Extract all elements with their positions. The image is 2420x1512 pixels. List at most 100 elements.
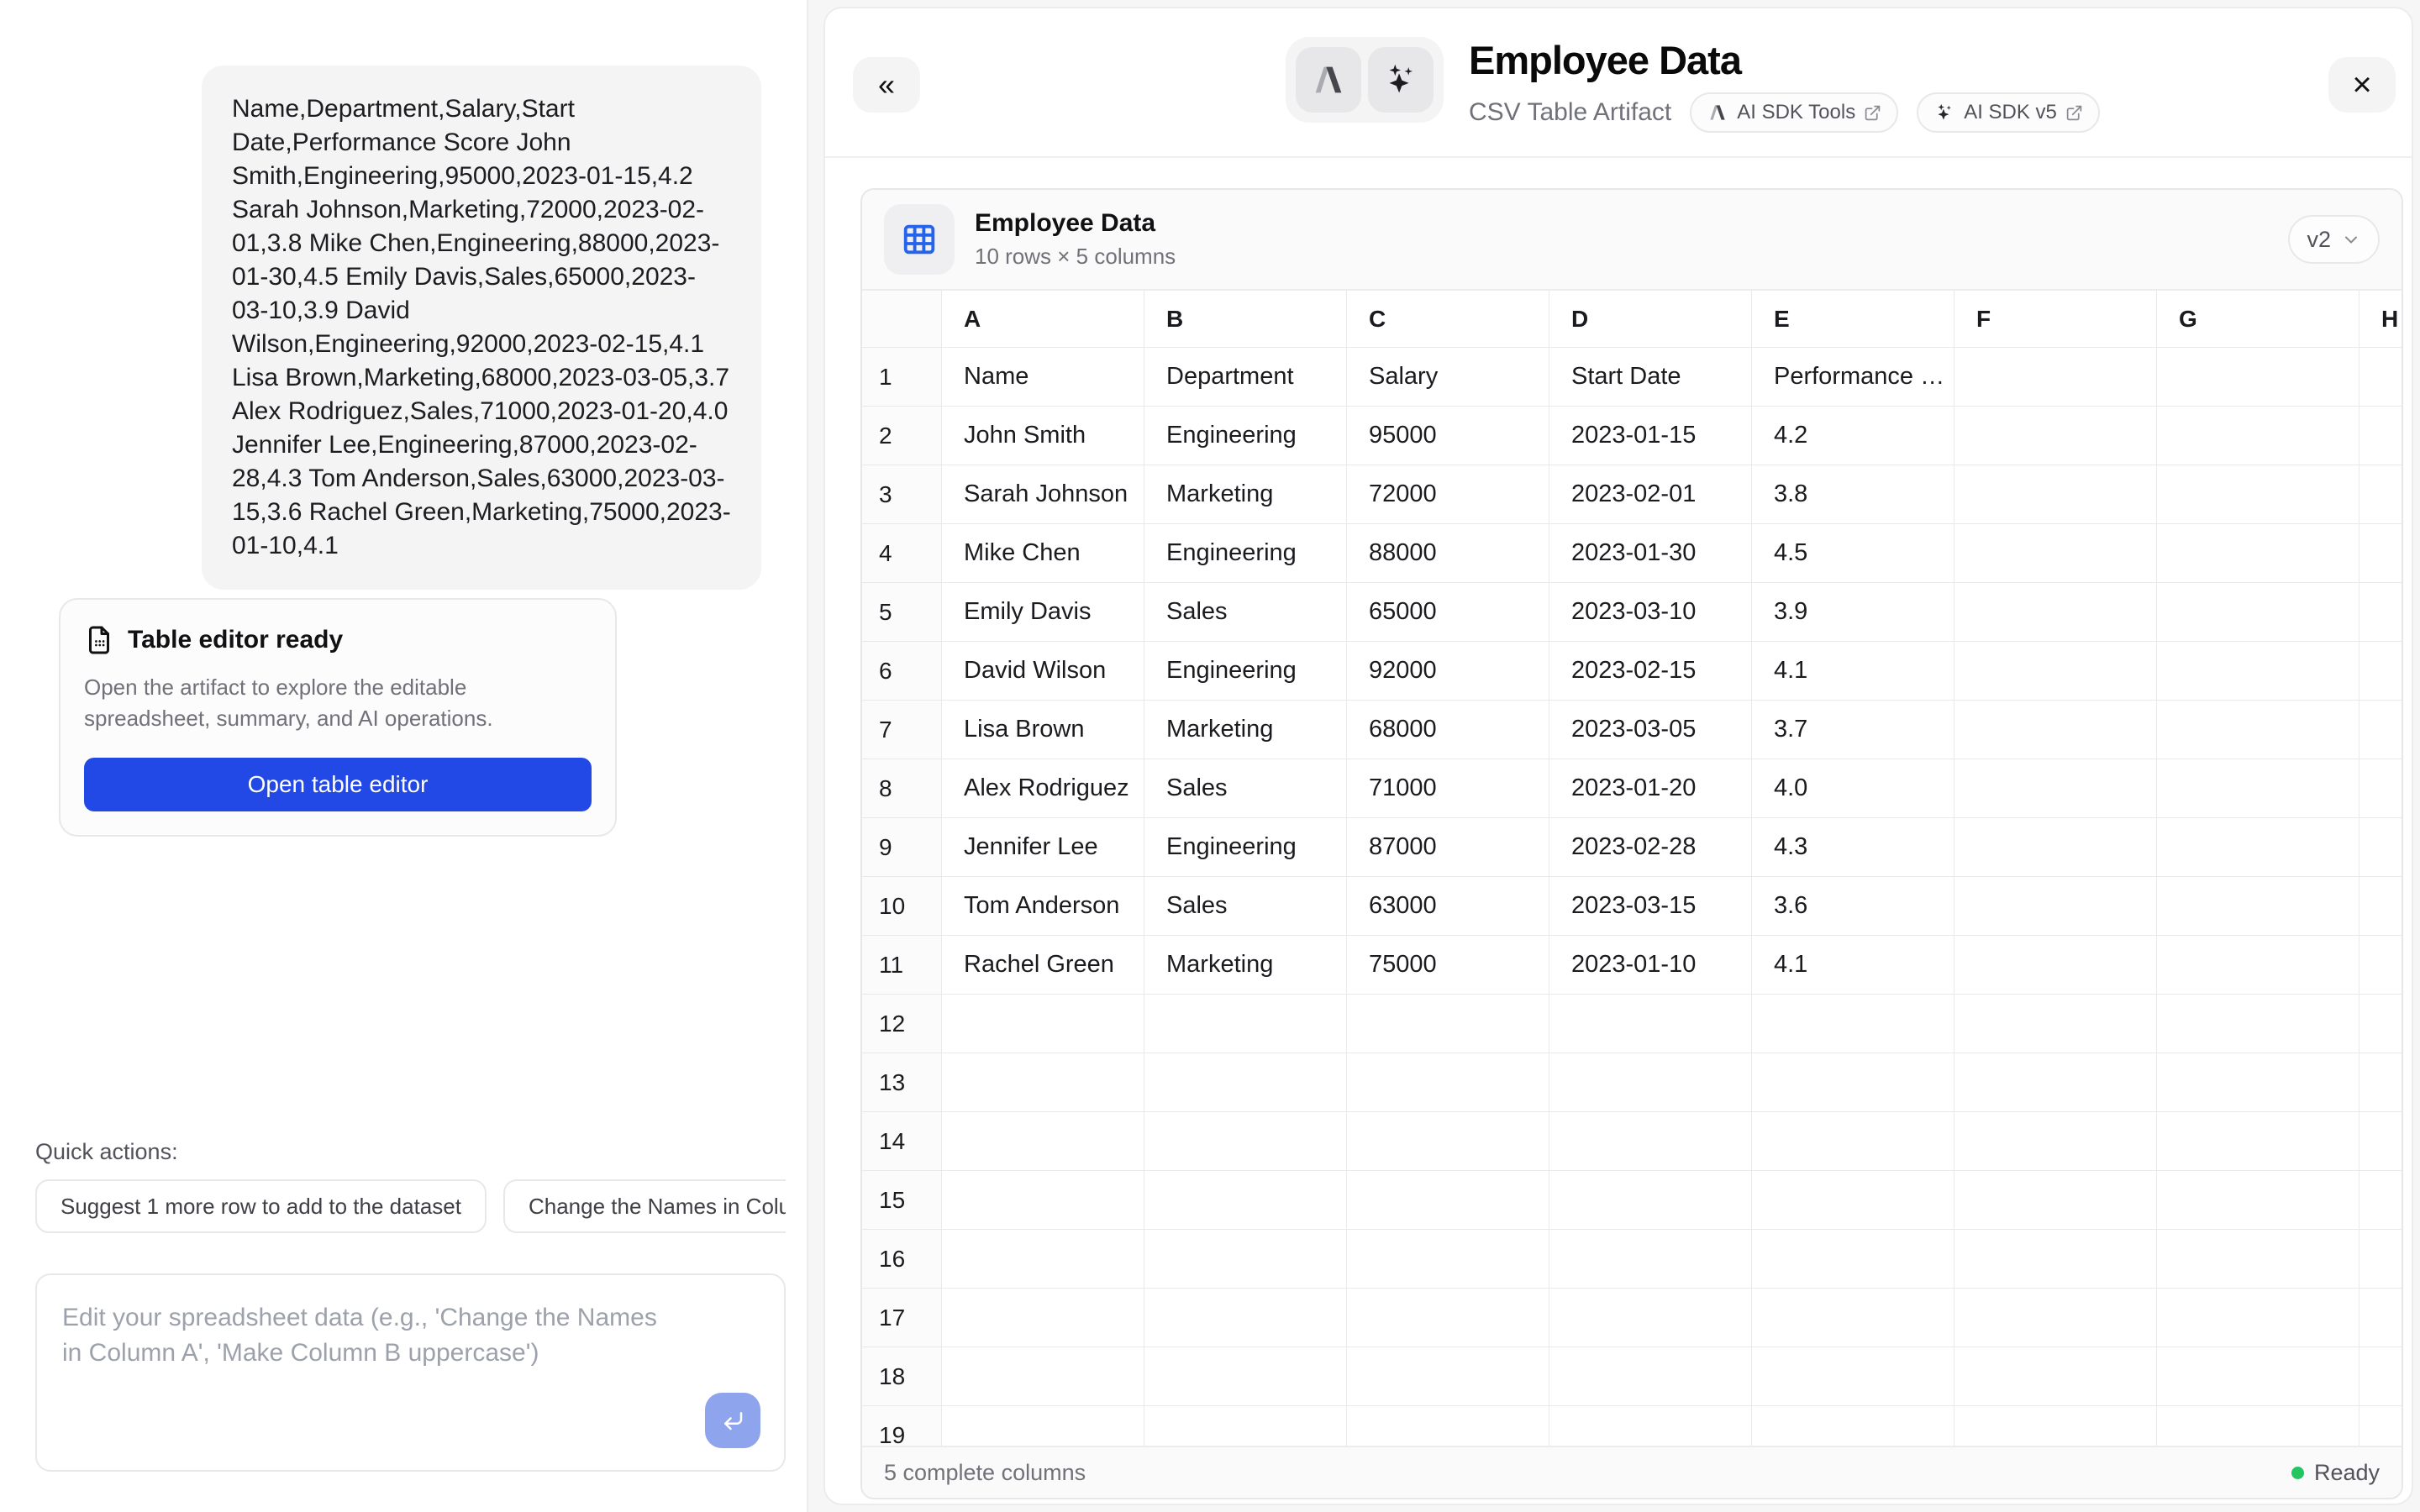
composer-input[interactable] [37, 1275, 784, 1470]
row-number-13[interactable]: 13 [862, 1053, 942, 1112]
cell-B3[interactable]: Marketing [1144, 465, 1347, 524]
cell-E6[interactable]: 4.1 [1752, 642, 1954, 701]
column-header-C[interactable]: C [1347, 291, 1549, 348]
cell-G8[interactable] [2157, 759, 2360, 818]
quick-action-suggest-row-button[interactable]: Suggest 1 more row to add to the dataset [35, 1179, 487, 1233]
cell-H18[interactable] [2360, 1347, 2402, 1406]
cell-A11[interactable]: Rachel Green [942, 936, 1144, 995]
cell-C9[interactable]: 87000 [1347, 818, 1549, 877]
row-number-7[interactable]: 7 [862, 701, 942, 759]
row-number-2[interactable]: 2 [862, 407, 942, 465]
cell-G10[interactable] [2157, 877, 2360, 936]
cell-D17[interactable] [1549, 1289, 1752, 1347]
badge-ai-sdk-tools[interactable]: AI SDK Tools [1690, 92, 1898, 133]
row-number-1[interactable]: 1 [862, 348, 942, 407]
cell-H6[interactable] [2360, 642, 2402, 701]
cell-B9[interactable]: Engineering [1144, 818, 1347, 877]
row-number-11[interactable]: 11 [862, 936, 942, 995]
cell-E10[interactable]: 3.6 [1752, 877, 1954, 936]
row-number-18[interactable]: 18 [862, 1347, 942, 1406]
cell-C10[interactable]: 63000 [1347, 877, 1549, 936]
cell-G1[interactable] [2157, 348, 2360, 407]
cell-G5[interactable] [2157, 583, 2360, 642]
cell-F14[interactable] [1954, 1112, 2157, 1171]
cell-G4[interactable] [2157, 524, 2360, 583]
cell-D2[interactable]: 2023-01-15 [1549, 407, 1752, 465]
cell-A1[interactable]: Name [942, 348, 1144, 407]
cell-D5[interactable]: 2023-03-10 [1549, 583, 1752, 642]
row-number-15[interactable]: 15 [862, 1171, 942, 1230]
cell-E5[interactable]: 3.9 [1752, 583, 1954, 642]
cell-E3[interactable]: 3.8 [1752, 465, 1954, 524]
cell-A17[interactable] [942, 1289, 1144, 1347]
cell-D12[interactable] [1549, 995, 1752, 1053]
cell-A14[interactable] [942, 1112, 1144, 1171]
cell-F13[interactable] [1954, 1053, 2157, 1112]
column-header-B[interactable]: B [1144, 291, 1347, 348]
cell-E17[interactable] [1752, 1289, 1954, 1347]
cell-G3[interactable] [2157, 465, 2360, 524]
cell-C8[interactable]: 71000 [1347, 759, 1549, 818]
cell-A5[interactable]: Emily Davis [942, 583, 1144, 642]
cell-H11[interactable] [2360, 936, 2402, 995]
cell-E16[interactable] [1752, 1230, 1954, 1289]
cell-B13[interactable] [1144, 1053, 1347, 1112]
cell-H2[interactable] [2360, 407, 2402, 465]
cell-E18[interactable] [1752, 1347, 1954, 1406]
cell-D9[interactable]: 2023-02-28 [1549, 818, 1752, 877]
cell-E11[interactable]: 4.1 [1752, 936, 1954, 995]
cell-F17[interactable] [1954, 1289, 2157, 1347]
cell-E19[interactable] [1752, 1406, 1954, 1446]
cell-B5[interactable]: Sales [1144, 583, 1347, 642]
cell-A16[interactable] [942, 1230, 1144, 1289]
cell-C11[interactable]: 75000 [1347, 936, 1549, 995]
cell-D16[interactable] [1549, 1230, 1752, 1289]
cell-F9[interactable] [1954, 818, 2157, 877]
row-number-3[interactable]: 3 [862, 465, 942, 524]
row-number-10[interactable]: 10 [862, 877, 942, 936]
cell-C16[interactable] [1347, 1230, 1549, 1289]
cell-F5[interactable] [1954, 583, 2157, 642]
column-header-E[interactable]: E [1752, 291, 1954, 348]
cell-C18[interactable] [1347, 1347, 1549, 1406]
cell-D18[interactable] [1549, 1347, 1752, 1406]
cell-F19[interactable] [1954, 1406, 2157, 1446]
cell-F1[interactable] [1954, 348, 2157, 407]
cell-E9[interactable]: 4.3 [1752, 818, 1954, 877]
cell-A12[interactable] [942, 995, 1144, 1053]
cell-H7[interactable] [2360, 701, 2402, 759]
cell-B12[interactable] [1144, 995, 1347, 1053]
cell-H5[interactable] [2360, 583, 2402, 642]
cell-C14[interactable] [1347, 1112, 1549, 1171]
row-number-4[interactable]: 4 [862, 524, 942, 583]
cell-C5[interactable]: 65000 [1347, 583, 1549, 642]
row-number-8[interactable]: 8 [862, 759, 942, 818]
version-select[interactable]: v2 [2288, 215, 2380, 264]
cell-C1[interactable]: Salary [1347, 348, 1549, 407]
column-header-A[interactable]: A [942, 291, 1144, 348]
row-number-17[interactable]: 17 [862, 1289, 942, 1347]
cell-H9[interactable] [2360, 818, 2402, 877]
cell-C17[interactable] [1347, 1289, 1549, 1347]
cell-A6[interactable]: David Wilson [942, 642, 1144, 701]
cell-C15[interactable] [1347, 1171, 1549, 1230]
grid-corner-cell[interactable] [862, 291, 942, 348]
cell-D1[interactable]: Start Date [1549, 348, 1752, 407]
cell-F7[interactable] [1954, 701, 2157, 759]
cell-C2[interactable]: 95000 [1347, 407, 1549, 465]
cell-G2[interactable] [2157, 407, 2360, 465]
cell-E15[interactable] [1752, 1171, 1954, 1230]
cell-C6[interactable]: 92000 [1347, 642, 1549, 701]
cell-D10[interactable]: 2023-03-15 [1549, 877, 1752, 936]
cell-D7[interactable]: 2023-03-05 [1549, 701, 1752, 759]
cell-F4[interactable] [1954, 524, 2157, 583]
cell-A3[interactable]: Sarah Johnson [942, 465, 1144, 524]
cell-D19[interactable] [1549, 1406, 1752, 1446]
cell-D13[interactable] [1549, 1053, 1752, 1112]
cell-A8[interactable]: Alex Rodriguez [942, 759, 1144, 818]
cell-H10[interactable] [2360, 877, 2402, 936]
cell-A4[interactable]: Mike Chen [942, 524, 1144, 583]
cell-H13[interactable] [2360, 1053, 2402, 1112]
row-number-6[interactable]: 6 [862, 642, 942, 701]
cell-D11[interactable]: 2023-01-10 [1549, 936, 1752, 995]
